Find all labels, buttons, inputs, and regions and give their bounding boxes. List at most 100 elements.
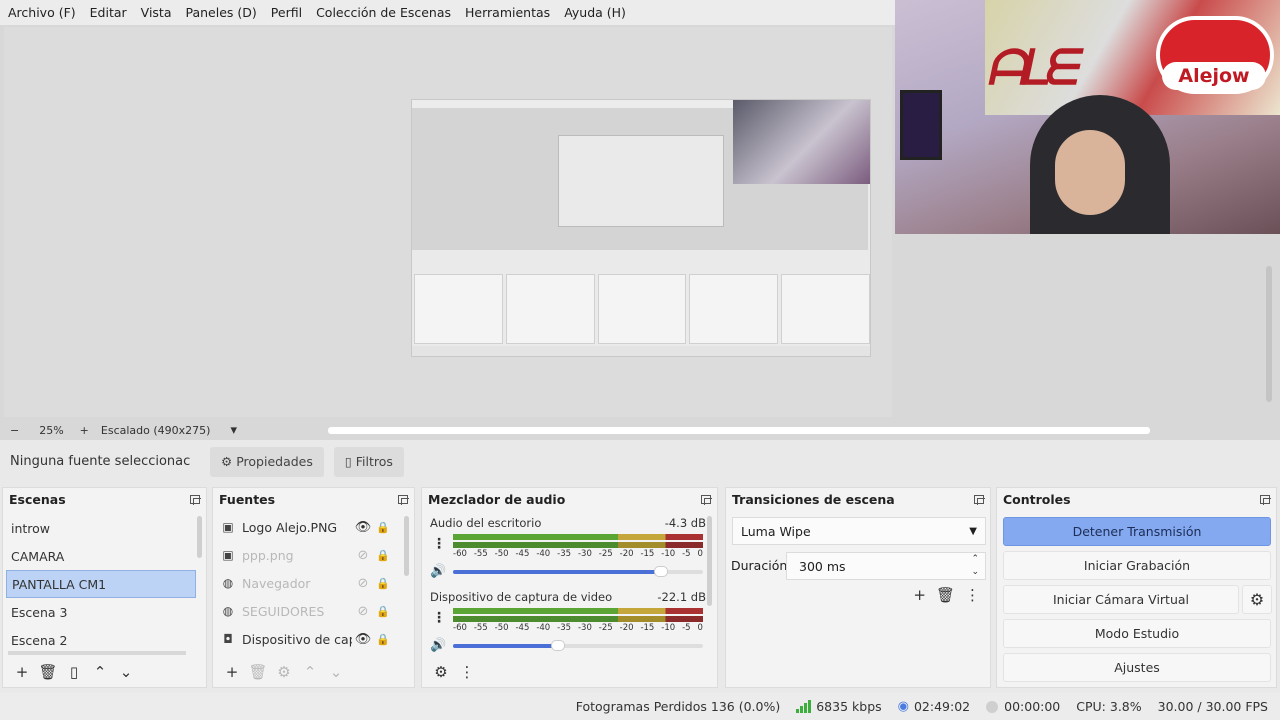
volume-slider[interactable] xyxy=(453,644,558,648)
stop-stream-button[interactable]: Detener Transmisión xyxy=(1003,517,1271,546)
audio-track-desktop: Audio del escritorio -4.3 dB ⋮ -60 -55 -50… xyxy=(430,516,706,586)
add-scene-button[interactable]: + xyxy=(9,663,35,681)
source-properties-icon[interactable]: ⚙ xyxy=(271,663,297,681)
eye-hidden-icon[interactable]: ⊘ xyxy=(352,604,374,619)
scene-item[interactable]: Escena 3 xyxy=(6,598,196,626)
preview-vertical-scrollbar[interactable] xyxy=(1266,266,1272,402)
undock-icon[interactable] xyxy=(398,494,409,505)
volume-slider-handle[interactable] xyxy=(653,566,668,577)
source-item[interactable]: ▣ Logo Alejo.PNG 👁 🔒 xyxy=(213,513,408,541)
globe-icon: ◍ xyxy=(222,576,234,590)
cpu-usage: CPU: 3.8% xyxy=(1076,699,1142,714)
source-toolbar: Ninguna fuente seleccionac ⚙ Propiedades… xyxy=(0,441,1280,482)
preview-horizontal-scrollbar[interactable] xyxy=(328,427,1150,434)
filters-button[interactable]: ▯ Filtros xyxy=(333,446,404,477)
volume-meter xyxy=(453,608,703,622)
camera-icon: ◘ xyxy=(223,632,233,646)
eye-icon[interactable]: 👁 xyxy=(352,632,374,647)
source-item[interactable]: ◘ Dispositivo de captu 👁 🔒 xyxy=(213,625,408,653)
mixer-menu-icon[interactable]: ⋮ xyxy=(454,663,480,681)
menu-help[interactable]: Ayuda (H) xyxy=(564,5,626,20)
eye-hidden-icon[interactable]: ⊘ xyxy=(352,548,374,563)
mixer-scrollbar[interactable] xyxy=(707,516,712,606)
menu-edit[interactable]: Editar xyxy=(90,5,127,20)
speaker-icon[interactable]: 🔊 xyxy=(430,638,446,653)
transition-menu-icon[interactable]: ⋮ xyxy=(965,586,980,604)
source-item[interactable]: ◍ SEGUIDORES ⊘ 🔒 xyxy=(213,597,408,625)
source-item[interactable]: ▣ ppp.png ⊘ 🔒 xyxy=(213,541,408,569)
zoom-in-button[interactable]: + xyxy=(80,424,89,437)
scene-list-hscrollbar[interactable] xyxy=(8,651,186,655)
track-menu-icon[interactable]: ⋮ xyxy=(432,610,446,626)
source-list-scrollbar[interactable] xyxy=(404,516,409,576)
unlock-icon[interactable]: 🔒 xyxy=(374,605,392,618)
fps-status: 30.00 / 30.00 FPS xyxy=(1157,699,1268,714)
transition-select[interactable]: Luma Wipe ▼ xyxy=(732,517,986,545)
move-up-icon[interactable]: ⌃ xyxy=(297,663,323,681)
audio-settings-icon[interactable]: ⚙ xyxy=(428,663,454,681)
unlock-icon[interactable]: 🔒 xyxy=(374,549,392,562)
undock-icon[interactable] xyxy=(190,494,201,505)
scene-item[interactable]: Escena 2 xyxy=(6,626,196,654)
controls-title: Controles xyxy=(1003,491,1071,507)
scenes-title: Escenas xyxy=(9,491,66,507)
sources-dock: Fuentes ▣ Logo Alejo.PNG 👁 🔒 ▣ ppp.png ⊘… xyxy=(212,487,415,688)
track-menu-icon[interactable]: ⋮ xyxy=(432,536,446,552)
unlock-icon[interactable]: 🔒 xyxy=(374,633,392,646)
unlock-icon[interactable]: 🔒 xyxy=(374,521,392,534)
virtual-camera-settings-icon[interactable]: ⚙ xyxy=(1242,585,1272,614)
scaling-dropdown-icon[interactable]: ▾ xyxy=(230,423,237,438)
lock-icon[interactable]: 🔒 xyxy=(374,577,392,590)
start-recording-button[interactable]: Iniciar Grabación xyxy=(1003,551,1271,580)
speaker-icon[interactable]: 🔊 xyxy=(430,564,446,579)
menu-profile[interactable]: Perfil xyxy=(271,5,302,20)
zoom-out-button[interactable]: − xyxy=(10,424,19,437)
scenes-dock: Escenas introw CAMARA PANTALLA CM1 Escen… xyxy=(2,487,207,688)
remove-transition-icon[interactable]: 🗑 xyxy=(936,586,955,604)
scene-item[interactable]: CAMARA xyxy=(6,542,196,570)
scene-item[interactable]: introw xyxy=(6,514,196,542)
scene-list: introw CAMARA PANTALLA CM1 Escena 3 Esce… xyxy=(6,514,196,654)
volume-slider-handle[interactable] xyxy=(551,640,565,651)
properties-button[interactable]: ⚙ Propiedades xyxy=(210,446,324,477)
no-source-label: Ninguna fuente seleccionac xyxy=(10,454,191,469)
scene-list-scrollbar[interactable] xyxy=(197,516,202,558)
remove-scene-icon[interactable]: 🗑 xyxy=(35,663,61,681)
undock-icon[interactable] xyxy=(1260,494,1271,505)
signal-icon xyxy=(796,699,812,713)
scene-filters-icon[interactable]: ▯ xyxy=(61,663,87,681)
track-db: -22.1 dB xyxy=(657,590,706,604)
duration-stepper[interactable]: ⌃ ⌄ xyxy=(971,553,979,579)
audio-track-capture: Dispositivo de captura de video -22.1 dB… xyxy=(430,590,706,660)
remove-source-icon[interactable]: 🗑 xyxy=(245,663,271,681)
sources-title: Fuentes xyxy=(219,491,276,507)
source-list: ▣ Logo Alejo.PNG 👁 🔒 ▣ ppp.png ⊘ 🔒 ◍ Nav… xyxy=(213,513,408,653)
move-down-icon[interactable]: ⌄ xyxy=(113,663,139,681)
meter-ticks: -60 -55 -50 -45 -40 -35 -30 -25 -20 -15 -10 -5 0 xyxy=(453,623,703,633)
start-virtual-camera-button[interactable]: Iniciar Cámara Virtual xyxy=(1003,585,1239,614)
settings-button[interactable]: Ajustes xyxy=(1003,653,1271,682)
scene-item-selected[interactable]: PANTALLA CM1 xyxy=(6,570,196,598)
source-item[interactable]: ◍ Navegador ⊘ 🔒 xyxy=(213,569,408,597)
transitions-title: Transiciones de escena xyxy=(732,491,895,507)
volume-meter xyxy=(453,534,703,548)
move-down-icon[interactable]: ⌄ xyxy=(323,663,349,681)
eye-hidden-icon[interactable]: ⊘ xyxy=(352,576,374,591)
menu-view[interactable]: Vista xyxy=(141,5,172,20)
undock-icon[interactable] xyxy=(701,494,712,505)
menu-tools[interactable]: Herramientas xyxy=(465,5,550,20)
duration-input[interactable]: 300 ms ⌃ ⌄ xyxy=(786,552,986,580)
menu-file[interactable]: Archivo (F) xyxy=(8,5,76,20)
move-up-icon[interactable]: ⌃ xyxy=(87,663,113,681)
logo-badge-text: Alejow xyxy=(1162,62,1266,90)
eye-icon[interactable]: 👁 xyxy=(352,520,374,535)
image-icon: ▣ xyxy=(222,520,234,534)
volume-slider[interactable] xyxy=(453,570,661,574)
studio-mode-button[interactable]: Modo Estudio xyxy=(1003,619,1271,648)
add-source-button[interactable]: + xyxy=(219,663,245,681)
undock-icon[interactable] xyxy=(974,494,985,505)
record-icon xyxy=(986,700,999,713)
menu-scene-collection[interactable]: Colección de Escenas xyxy=(316,5,451,20)
add-transition-button[interactable]: + xyxy=(913,586,926,604)
menu-docks[interactable]: Paneles (D) xyxy=(186,5,257,20)
